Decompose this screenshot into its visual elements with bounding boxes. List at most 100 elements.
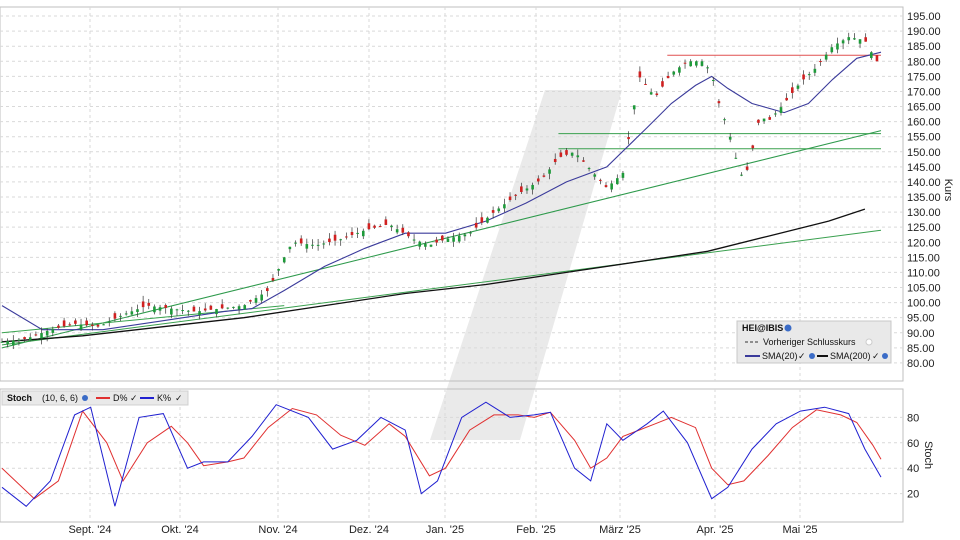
candle-body bbox=[870, 52, 873, 59]
candle-body bbox=[570, 152, 574, 156]
candle-body bbox=[328, 238, 331, 243]
legend-sma20-settings-icon[interactable] bbox=[809, 353, 815, 359]
price-y-tick-label: 140.00 bbox=[907, 177, 941, 189]
stoch-y-label: Stoch bbox=[922, 441, 934, 469]
candle-body bbox=[757, 119, 760, 123]
candle-body bbox=[102, 324, 105, 326]
candle-body bbox=[418, 241, 422, 247]
candle-body bbox=[706, 67, 709, 69]
candle-body bbox=[655, 93, 659, 96]
candle-body bbox=[311, 244, 314, 246]
candle-body bbox=[621, 172, 625, 178]
candle-body bbox=[277, 268, 280, 271]
candle-body bbox=[446, 238, 450, 242]
stoch-d-label: D% bbox=[113, 393, 128, 403]
x-tick-label: März '25 bbox=[599, 524, 641, 536]
candle-body bbox=[819, 60, 822, 63]
candle-body bbox=[542, 175, 546, 177]
stoch-y-tick-label: 80 bbox=[907, 412, 919, 424]
candle-body bbox=[638, 71, 642, 78]
candle-body bbox=[474, 222, 478, 228]
candle-body bbox=[350, 231, 354, 236]
legend-symbol-settings-icon[interactable] bbox=[784, 324, 792, 332]
candle-body bbox=[751, 145, 755, 149]
price-y-tick-label: 150.00 bbox=[907, 147, 941, 159]
candle-body bbox=[367, 223, 371, 230]
price-y-tick-label: 175.00 bbox=[907, 71, 941, 83]
stoch-d-check-icon[interactable]: ✓ bbox=[130, 393, 138, 403]
price-y-tick-label: 125.00 bbox=[907, 222, 941, 234]
candle-body bbox=[164, 305, 168, 308]
candle-body bbox=[785, 97, 788, 101]
candle-body bbox=[683, 62, 687, 64]
price-y-tick-label: 120.00 bbox=[907, 237, 941, 249]
candle-body bbox=[373, 225, 376, 228]
price-y-tick-label: 135.00 bbox=[907, 192, 941, 204]
candle-body bbox=[853, 38, 856, 40]
x-tick-label: Dez. '24 bbox=[349, 524, 389, 536]
candle-body bbox=[632, 105, 636, 110]
candle-body bbox=[243, 305, 247, 310]
legend-sma20: SMA(20) bbox=[762, 351, 798, 361]
candle-body bbox=[113, 313, 117, 319]
legend-sma200-check-icon[interactable]: ✓ bbox=[872, 351, 880, 361]
legend-prev-close-toggle-icon[interactable] bbox=[865, 338, 873, 346]
stoch-k-check-icon[interactable]: ✓ bbox=[175, 393, 183, 403]
candle-body bbox=[215, 309, 218, 315]
price-y-tick-label: 80.00 bbox=[907, 358, 935, 370]
candle-body bbox=[316, 244, 320, 246]
legend-prev-close: Vorheriger Schlusskurs bbox=[763, 337, 856, 347]
stoch-y-tick-label: 20 bbox=[907, 489, 919, 501]
stoch-params: (10, 6, 6) bbox=[42, 393, 78, 403]
price-y-tick-label: 100.00 bbox=[907, 298, 941, 310]
legend-sma20-check-icon[interactable]: ✓ bbox=[798, 351, 806, 361]
candle-body bbox=[457, 235, 461, 242]
x-tick-label: Mai '25 bbox=[782, 524, 817, 536]
candle-body bbox=[305, 244, 309, 249]
candle-body bbox=[390, 225, 393, 228]
price-y-tick-label: 180.00 bbox=[907, 56, 941, 68]
candle-body bbox=[23, 337, 26, 339]
legend-sma200-settings-icon[interactable] bbox=[882, 353, 888, 359]
candle-body bbox=[91, 324, 94, 326]
price-y-tick-label: 90.00 bbox=[907, 328, 935, 340]
candle-body bbox=[395, 229, 399, 233]
candle-body bbox=[734, 157, 738, 159]
candle-body bbox=[813, 68, 817, 73]
candle-body bbox=[599, 179, 602, 181]
candle-body bbox=[830, 47, 834, 53]
candle-body bbox=[678, 67, 681, 73]
legend: HEI@IBIS Vorheriger Schlusskurs SMA(20) … bbox=[736, 320, 892, 364]
candle-body bbox=[593, 174, 597, 177]
x-tick-label: Feb. '25 bbox=[516, 524, 555, 536]
candle-body bbox=[384, 219, 388, 225]
candle-body bbox=[192, 306, 196, 312]
legend-sma200: SMA(200) bbox=[830, 351, 871, 361]
candle-body bbox=[141, 301, 145, 308]
price-y-tick-label: 170.00 bbox=[907, 86, 941, 98]
price-y-tick-label: 190.00 bbox=[907, 26, 941, 38]
stoch-settings-icon[interactable] bbox=[82, 395, 88, 401]
x-tick-label: Okt. '24 bbox=[161, 524, 199, 536]
candle-body bbox=[339, 239, 342, 241]
candle-body bbox=[158, 307, 162, 311]
candle-body bbox=[802, 74, 805, 80]
candle-body bbox=[790, 87, 794, 93]
candle-body bbox=[864, 37, 867, 42]
x-tick-label: Apr. '25 bbox=[697, 524, 734, 536]
candle-body bbox=[435, 239, 438, 243]
candle-body bbox=[745, 166, 749, 170]
candle-body bbox=[412, 239, 416, 241]
candle-body bbox=[322, 243, 326, 245]
candle-body bbox=[717, 101, 721, 104]
candle-body bbox=[401, 227, 405, 233]
candle-body bbox=[68, 324, 72, 326]
price-y-tick-label: 105.00 bbox=[907, 283, 941, 295]
candle-body bbox=[480, 217, 484, 223]
candle-body bbox=[525, 188, 529, 191]
candle-body bbox=[666, 75, 670, 79]
candle-body bbox=[847, 37, 851, 41]
candle-body bbox=[361, 230, 365, 237]
candle-body bbox=[51, 329, 55, 333]
candle-body bbox=[536, 178, 540, 182]
